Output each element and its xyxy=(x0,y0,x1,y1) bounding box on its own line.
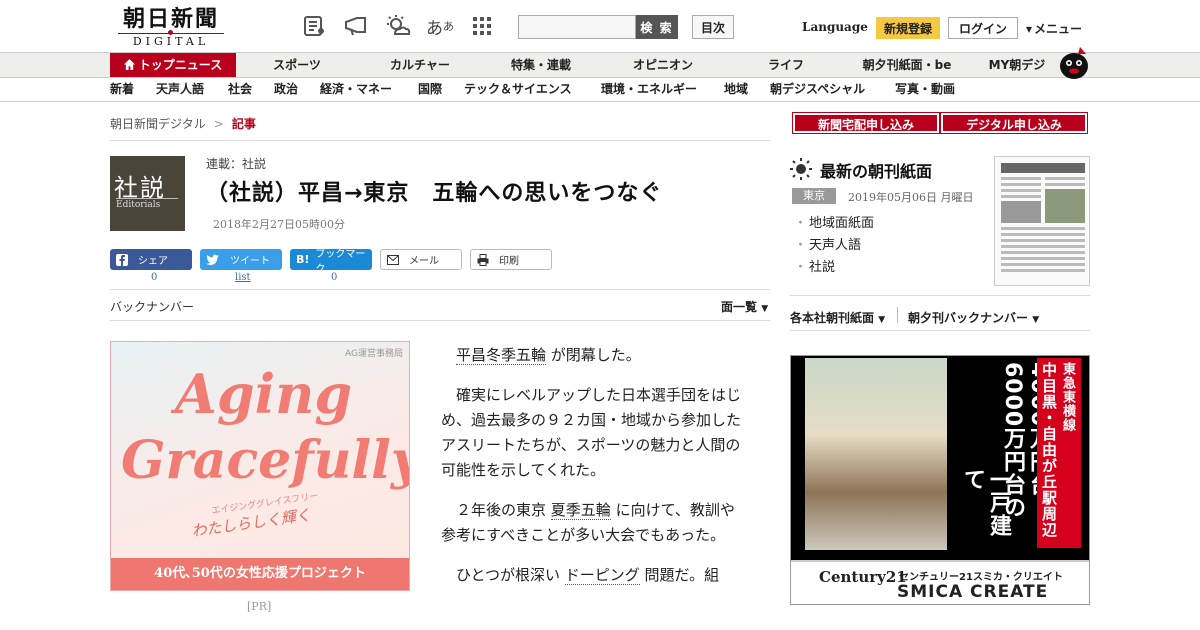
weather-icon[interactable] xyxy=(384,12,412,40)
keyword-link[interactable]: 平昌冬季五輪 xyxy=(456,346,547,365)
keyword-link[interactable]: 夏季五輪 xyxy=(550,501,611,520)
pr-label: [PR] xyxy=(247,600,272,613)
site-logo[interactable]: 朝日新聞 DIGITAL xyxy=(112,6,230,48)
search-button[interactable]: 検 索 xyxy=(636,15,678,39)
list-item[interactable]: 社説 xyxy=(794,257,874,279)
nav-international[interactable]: 国際 xyxy=(418,78,442,101)
caret-down-icon: ▼ xyxy=(761,304,769,314)
hatena-icon: B! xyxy=(296,253,310,266)
breadcrumb: 朝日新聞デジタル > 記事 xyxy=(110,117,256,131)
breadcrumb-home[interactable]: 朝日新聞デジタル xyxy=(110,117,206,131)
breadcrumb-current: 記事 xyxy=(231,117,256,131)
list-item[interactable]: 天声人語 xyxy=(794,235,874,257)
article-date: 2018年2月27日05時00分 xyxy=(213,218,345,231)
hatena-bookmark-button[interactable]: B! ブックマーク xyxy=(290,249,372,275)
megaphone-icon[interactable] xyxy=(342,12,370,40)
paragraph: ひとつが根深い ドーピング 問題だ。組 xyxy=(456,566,720,585)
mail-icon xyxy=(387,254,399,265)
paper-date: 2019年05月06日 月曜日 xyxy=(848,191,974,204)
grid-icon[interactable] xyxy=(468,12,496,40)
facebook-icon xyxy=(116,253,128,266)
primary-nav: トップニュース スポーツ カルチャー 特集・連載 オピニオン ライフ 朝夕刊紙面… xyxy=(0,52,1200,78)
paragraph: 確実にレベルアップした日本選手団をはじめ、過去最多の９２カ国・地域から参加したア… xyxy=(441,386,742,479)
register-button[interactable]: 新規登録 xyxy=(876,17,940,39)
login-button[interactable]: ログイン xyxy=(948,17,1018,39)
language-link[interactable]: Language xyxy=(802,20,868,34)
keyword-link[interactable]: ドーピング xyxy=(564,566,640,585)
backnumber-dropdown[interactable]: 朝夕刊バックナンバー ▼ xyxy=(908,309,1039,326)
search-input[interactable] xyxy=(518,15,636,39)
newspaper-icon[interactable] xyxy=(300,12,328,40)
nav-top-news[interactable]: トップニュース xyxy=(110,53,236,77)
edition-tag: 東京 xyxy=(792,188,836,204)
paper-subscribe-button[interactable]: 新聞宅配申し込み xyxy=(792,112,940,134)
aging-gracefully-ad[interactable]: AG運営事務局 Aging Gracefully エイジンググレイスフリー わた… xyxy=(110,341,410,591)
front-page-thumbnail[interactable] xyxy=(994,156,1090,286)
font-size-icon[interactable]: ああ xyxy=(426,12,454,40)
secondary-nav: 新着 天声人語 社会 政治 経済・マネー 国際 テック＆サイエンス 環境・エネル… xyxy=(0,78,1200,102)
caret-down-icon: ▼ xyxy=(1032,315,1040,325)
caret-down-icon: ▼ xyxy=(878,315,886,325)
nav-photo-video[interactable]: 写真・動画 xyxy=(895,78,955,101)
nav-society[interactable]: 社会 xyxy=(228,78,252,101)
twitter-list-link[interactable]: list xyxy=(235,272,251,283)
list-item[interactable]: 地域面紙面 xyxy=(794,213,874,235)
paper-section-list: 地域面紙面 天声人語 社説 xyxy=(794,213,874,279)
real-estate-ad[interactable]: 4000万円台〜6000万円台の 一戸建て 東急東横線 中目黒・自由が丘駅周辺 … xyxy=(790,355,1090,605)
nav-life[interactable]: ライフ xyxy=(756,53,816,77)
paragraph: 平昌冬季五輪 が閉幕した。 xyxy=(456,346,641,365)
digital-subscribe-button[interactable]: デジタル申し込み xyxy=(940,112,1088,134)
facebook-count: 0 xyxy=(151,272,158,283)
nav-special[interactable]: 朝デジスペシャル xyxy=(770,78,865,101)
nav-paper-be[interactable]: 朝夕刊紙面・be xyxy=(855,53,959,77)
mail-button[interactable]: メール xyxy=(380,249,462,270)
sun-icon xyxy=(790,158,812,180)
editorial-badge: 社説 Editorials xyxy=(110,156,185,231)
printer-icon xyxy=(477,253,489,266)
twitter-share-button[interactable]: ツイート xyxy=(200,249,282,270)
logo-en: DIGITAL xyxy=(132,35,210,48)
hatena-count: 0 xyxy=(331,272,338,283)
nav-politics[interactable]: 政治 xyxy=(274,78,298,101)
nav-tech-science[interactable]: テック＆サイエンス xyxy=(464,78,572,101)
nav-opinion[interactable]: オピニオン xyxy=(622,53,704,77)
print-button[interactable]: 印刷 xyxy=(470,249,552,270)
facebook-share-button[interactable]: シェア xyxy=(110,249,192,270)
mascot-icon[interactable] xyxy=(1056,44,1092,80)
nav-features[interactable]: 特集・連載 xyxy=(500,53,582,77)
nav-economy[interactable]: 経済・マネー xyxy=(320,78,392,101)
chevron-down-icon: ▾ xyxy=(1026,21,1033,36)
index-button[interactable]: 目次 xyxy=(692,15,734,39)
morning-paper-dropdown[interactable]: 各本社朝刊紙面 ▼ xyxy=(790,309,885,326)
nav-tensei[interactable]: 天声人語 xyxy=(156,78,204,101)
twitter-icon xyxy=(206,254,219,265)
century21-logo: Century21 xyxy=(819,568,907,586)
nav-my-asadigi[interactable]: MY朝デジ xyxy=(982,53,1052,77)
menu-button[interactable]: ▾ メニュー xyxy=(1026,20,1082,37)
home-icon xyxy=(123,59,135,70)
backnumber-link[interactable]: バックナンバー xyxy=(110,298,194,315)
site-header: 朝日新聞 DIGITAL ああ 検 索 目次 Language 新規登録 ログイ… xyxy=(0,0,1200,52)
page-list-dropdown[interactable]: 面一覧 ▼ xyxy=(721,298,768,315)
article-body: 平昌冬季五輪 が閉幕した。 確実にレベルアップした日本選手団をはじめ、過去最多の… xyxy=(441,343,746,603)
series-label[interactable]: 連載：社説 xyxy=(206,155,266,172)
logo-jp: 朝日新聞 xyxy=(122,6,219,32)
nav-region[interactable]: 地域 xyxy=(724,78,748,101)
house-photo xyxy=(805,358,947,550)
nav-sports[interactable]: スポーツ xyxy=(262,53,332,77)
nav-latest[interactable]: 新着 xyxy=(110,78,134,101)
paragraph: ２年後の東京 夏季五輪 に向けて、教訓や参考にすべきことが多い大会でもあった。 xyxy=(441,501,735,544)
latest-paper-title[interactable]: 最新の朝刊紙面 xyxy=(820,158,932,182)
nav-culture[interactable]: カルチャー xyxy=(380,53,460,77)
tool-icons: ああ xyxy=(300,12,496,40)
article-headline: （社説）平昌→東京 五輪への思いをつなぐ xyxy=(206,181,663,206)
nav-environment[interactable]: 環境・エネルギー xyxy=(601,78,697,101)
